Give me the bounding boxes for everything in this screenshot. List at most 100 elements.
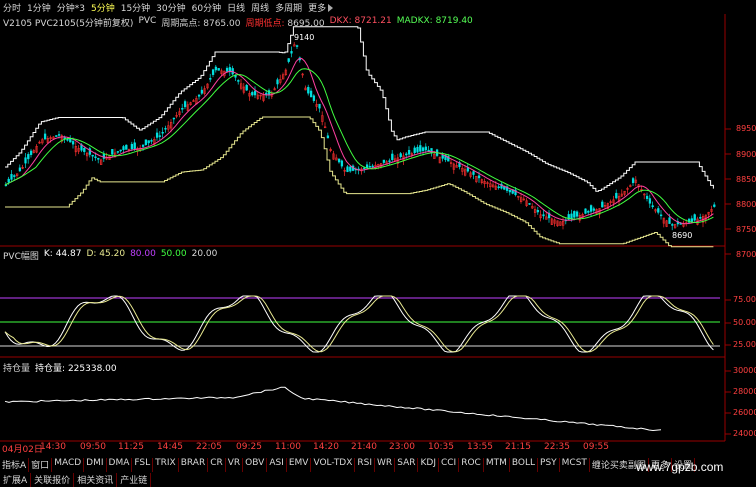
time-label: 10:35 (428, 442, 454, 452)
candle-body (592, 208, 596, 211)
k-readout: K: 44.87 (44, 249, 82, 262)
indicator-tab[interactable]: MACD (52, 458, 85, 472)
candle-body (13, 175, 16, 177)
time-label: 11:00 (275, 442, 301, 452)
ytick-label: 8800 (736, 200, 756, 209)
trough-annotation: 8690 (672, 231, 692, 240)
candle-body (161, 132, 164, 134)
time-label: 09:25 (236, 442, 262, 452)
indicator-tab[interactable]: OBV (243, 458, 268, 472)
bottom-tab[interactable]: 产业链 (117, 473, 152, 487)
indicator-tab[interactable]: 窗口 (29, 458, 53, 472)
candle-body (349, 166, 352, 172)
bottom-tab[interactable]: 相关资讯 (74, 473, 118, 487)
indicator-tabs: 指标A 窗口 MACD DMI DMA FSL TRIX BRAR CR VR OBV ASI EMV V… (0, 458, 695, 472)
candle-body (657, 208, 660, 213)
candle-body (237, 80, 240, 82)
indicator-tab[interactable]: DMI (84, 458, 107, 472)
k-value: 44.87 (55, 249, 82, 259)
candle-body (416, 146, 419, 153)
candle-body (713, 204, 716, 207)
candle-body (94, 156, 97, 159)
candle-body (472, 171, 475, 175)
time-label: 04月02日 (2, 445, 43, 455)
candle-body (7, 178, 10, 183)
candle-body (147, 140, 150, 144)
candle-body (337, 158, 341, 163)
candle-body (388, 160, 391, 162)
bottom-tab[interactable]: 关联报价 (31, 473, 75, 487)
candle-body (421, 147, 425, 151)
indicator-tab[interactable]: MCST (560, 458, 590, 472)
candle-body (267, 90, 271, 96)
candle-body (18, 167, 22, 172)
indicator-tab[interactable]: CR (208, 458, 226, 472)
candle-body (245, 84, 248, 91)
candle-body (477, 175, 481, 179)
indicator-tab[interactable]: WR (375, 458, 396, 472)
candle-body (214, 66, 218, 71)
open-interest-line (4, 386, 662, 432)
indicator-tab[interactable]: FSL (132, 458, 154, 472)
indicator-tab[interactable]: ASI (267, 458, 287, 472)
time-label: 13:55 (467, 442, 493, 452)
indicator-tab[interactable]: VOL-TDX (311, 458, 356, 472)
oi-panel-name[interactable]: 持仓量 (3, 361, 30, 374)
candle-body (211, 69, 215, 75)
indicator-tab[interactable]: CCI (439, 458, 460, 472)
indicator-tab[interactable]: PSY (538, 458, 560, 472)
indicator-tab[interactable]: VR (226, 458, 244, 472)
d-value: 45.20 (99, 249, 126, 259)
bottom-tab[interactable]: 扩展A (0, 473, 32, 487)
level-80: 80.00 (130, 249, 156, 259)
indicator-tab[interactable]: SAR (395, 458, 419, 472)
indicator-tab[interactable]: TRIX (153, 458, 179, 472)
candle-body (601, 201, 604, 208)
oi-panel-title: 持仓量 持仓量: 225338.00 (3, 361, 117, 374)
bottom-tabs: 扩展A 关联报价 相关资讯 产业链 (0, 473, 152, 487)
time-label: 21:40 (351, 442, 377, 452)
candle-body (699, 217, 702, 219)
candle-body (587, 210, 590, 213)
candle-body (164, 127, 167, 130)
candle-body (97, 158, 100, 160)
candle-body (648, 198, 652, 204)
indicator-tab[interactable]: EMV (287, 458, 312, 472)
indicator-tab[interactable]: ROC (459, 458, 484, 472)
ytick-label: 8950 (736, 124, 756, 133)
candle-body (251, 92, 254, 96)
candle-body (130, 143, 134, 150)
level-20: 20.00 (191, 249, 218, 259)
kd-ytick-label: 25.00 (733, 340, 756, 349)
candle-body (27, 154, 30, 160)
d-line (4, 295, 714, 353)
candle-body (419, 145, 422, 152)
kd-panel-name[interactable]: PVC幅图 (3, 249, 39, 262)
candle-body (125, 144, 128, 150)
candle-body (295, 45, 299, 47)
candle-body (144, 139, 148, 146)
oi-value: 225338.00 (67, 364, 117, 374)
indicator-tab[interactable]: 指标A (0, 458, 30, 472)
candle-body (71, 141, 75, 145)
indicator-tab[interactable]: BOLL (510, 458, 539, 472)
candle-body (508, 189, 512, 193)
indicator-tab[interactable]: RSI (355, 458, 376, 472)
indicator-tab[interactable]: DMA (107, 458, 133, 472)
candle-body (197, 94, 201, 97)
chart-canvas[interactable]: 9140 8690 (0, 0, 756, 487)
time-label: 11:25 (118, 442, 144, 452)
candle-body (307, 86, 310, 94)
dkx-line (4, 57, 714, 225)
candle-body (371, 165, 374, 168)
candle-body (363, 167, 366, 170)
ytick-label: 8850 (736, 175, 756, 184)
candle-body (119, 149, 122, 152)
indicator-tab[interactable]: KDJ (418, 458, 439, 472)
candle-body (631, 178, 635, 184)
indicator-tab[interactable]: BRAR (179, 458, 209, 472)
candle-body (391, 153, 394, 161)
candle-body (441, 154, 444, 159)
candle-body (693, 214, 696, 221)
indicator-tab[interactable]: MTM (484, 458, 510, 472)
